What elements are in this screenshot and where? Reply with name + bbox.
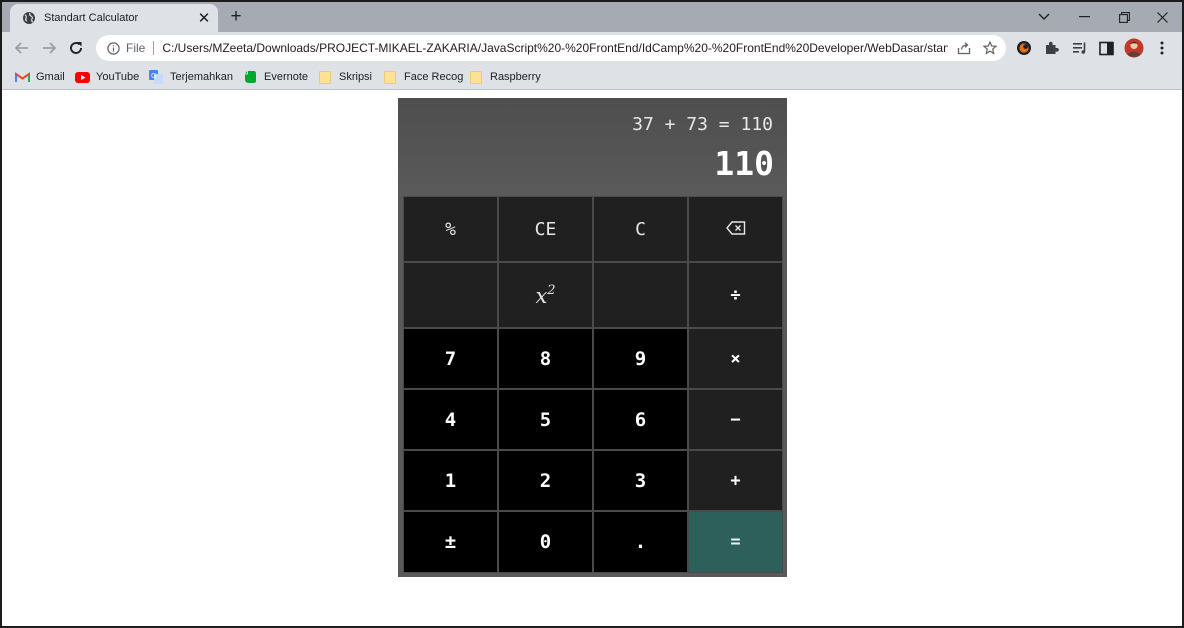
forward-icon[interactable] [39,38,59,58]
subtract-button[interactable]: − [688,389,783,450]
translate-icon: G [148,70,164,84]
calculator: 37 + 73 = 110 110 % CE C x2 ÷ 7 8 9 × 4 … [398,98,787,577]
bookmark-face-recog[interactable]: Face Recog [382,69,463,85]
menu-kebab-icon[interactable] [1152,38,1172,58]
keypad: % CE C x2 ÷ 7 8 9 × 4 5 6 − 1 2 3 + ± 0 … [403,196,784,574]
restore-icon[interactable] [1104,2,1144,32]
close-window-icon[interactable] [1142,2,1182,32]
equals-button[interactable]: = [688,511,783,573]
empty-key-right[interactable] [593,262,688,328]
square-exponent: 2 [547,282,556,298]
url-scheme-label: File [126,41,146,55]
digit-3-button[interactable]: 3 [593,450,688,511]
reading-list-icon[interactable] [1070,38,1090,58]
backspace-icon [725,219,746,240]
folder-icon [317,70,333,84]
bookmark-evernote[interactable]: Evernote [242,69,308,85]
digit-0-button[interactable]: 0 [498,511,593,573]
digit-9-button[interactable]: 9 [593,328,688,389]
bookmark-label: Evernote [264,71,309,83]
bookmark-label: YouTube [96,71,140,83]
browser-window: Standart Calculator ✕ + File C:/Users/MZ… [2,2,1182,626]
tab-search-icon[interactable] [1024,2,1064,32]
new-tab-button[interactable]: + [226,7,246,27]
square-base: x [535,283,548,308]
reload-icon[interactable] [66,38,86,58]
share-icon[interactable] [954,38,974,58]
bookmark-gmail[interactable]: Gmail [14,69,65,85]
square-button[interactable]: x2 [498,262,593,328]
info-icon[interactable] [106,41,120,55]
divide-button[interactable]: ÷ [688,262,783,328]
bookmark-skripsi[interactable]: Skripsi [317,69,372,85]
browser-toolbar: File C:/Users/MZeeta/Downloads/PROJECT-M… [2,32,1182,64]
digit-4-button[interactable]: 4 [403,389,498,450]
bookmark-label: Skripsi [339,71,373,83]
profile-avatar-icon[interactable] [1124,38,1144,58]
tab-standart-calculator[interactable]: Standart Calculator ✕ [10,4,218,32]
youtube-icon [74,70,90,84]
digit-1-button[interactable]: 1 [403,450,498,511]
address-bar[interactable]: File C:/Users/MZeeta/Downloads/PROJECT-M… [96,35,1006,61]
folder-icon [382,70,398,84]
negate-button[interactable]: ± [403,511,498,573]
digit-7-button[interactable]: 7 [403,328,498,389]
svg-text:G: G [151,72,156,80]
omnibox-divider [153,41,155,55]
clear-button[interactable]: C [593,196,688,262]
digit-6-button[interactable]: 6 [593,389,688,450]
tab-title: Standart Calculator [44,12,139,24]
evernote-icon [242,70,258,84]
multiply-button[interactable]: × [688,328,783,389]
gmail-icon [14,70,30,84]
calculator-display: 37 + 73 = 110 110 [398,98,787,196]
bookmark-label: Raspberry [490,71,541,83]
bookmark-label: Face Recog [404,71,464,83]
bookmark-label: Gmail [36,71,65,83]
add-button[interactable]: + [688,450,783,511]
digit-2-button[interactable]: 2 [498,450,593,511]
bookmark-youtube[interactable]: YouTube [74,69,139,85]
globe-icon [22,11,36,25]
bookmark-label: Terjemahkan [170,71,233,83]
extensions-puzzle-icon[interactable] [1042,38,1062,58]
clear-entry-button[interactable]: CE [498,196,593,262]
minimize-icon[interactable] [1064,2,1104,32]
bookmark-star-icon[interactable] [980,38,1000,58]
extension-orange-icon[interactable] [1014,38,1034,58]
history-expression: 37 + 73 = 110 [632,114,773,135]
square-label: x2 [535,283,555,308]
bookmarks-bar: Gmail YouTube G Terjemahkan Evernote Skr… [2,64,1182,90]
url-text[interactable]: C:/Users/MZeeta/Downloads/PROJECT-MIKAEL… [162,41,948,55]
backspace-button[interactable] [688,196,783,262]
bookmark-terjemahkan[interactable]: G Terjemahkan [148,69,233,85]
folder-icon [468,70,484,84]
digit-5-button[interactable]: 5 [498,389,593,450]
result-value: 110 [714,144,774,183]
digit-8-button[interactable]: 8 [498,328,593,389]
side-panel-icon[interactable] [1096,38,1116,58]
bookmark-raspberry[interactable]: Raspberry [468,69,541,85]
empty-key-left[interactable] [403,262,498,328]
percent-button[interactable]: % [403,196,498,262]
tab-strip: Standart Calculator ✕ + [2,2,1182,32]
tab-close-icon[interactable]: ✕ [196,10,212,27]
decimal-button[interactable]: . [593,511,688,573]
back-icon[interactable] [12,38,32,58]
